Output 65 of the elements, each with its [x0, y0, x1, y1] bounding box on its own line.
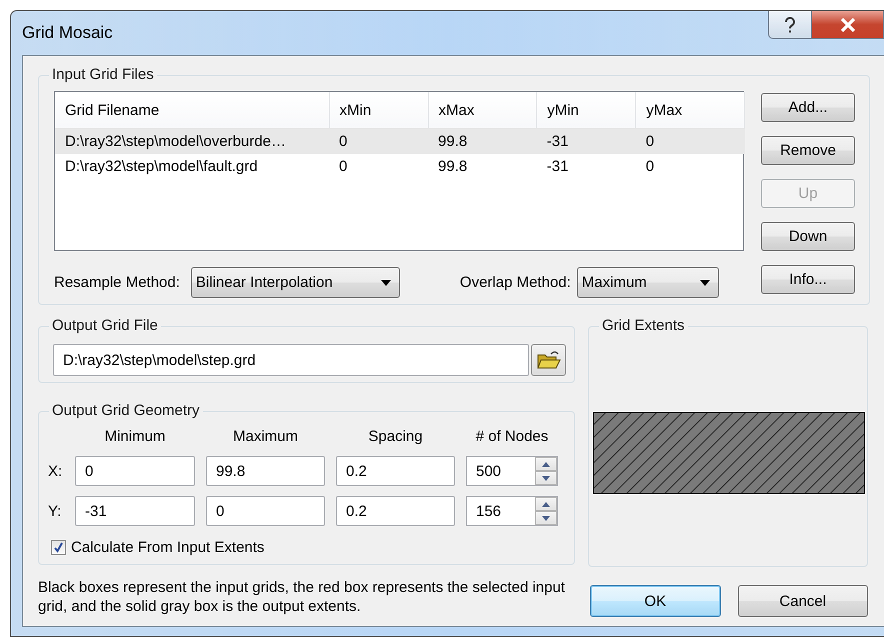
- ok-button[interactable]: OK: [590, 585, 720, 617]
- spin-field[interactable]: 156: [466, 496, 558, 526]
- number-field[interactable]: 0.2: [336, 496, 455, 526]
- number-field[interactable]: 0.2: [336, 456, 455, 486]
- column-header: Minimum: [104, 428, 166, 446]
- checkbox[interactable]: [51, 540, 66, 555]
- table-cell: -31: [536, 128, 636, 154]
- output-file-field[interactable]: D:\ray32\step\model\step.grd: [53, 344, 529, 376]
- column-header[interactable]: Grid Filename: [55, 92, 329, 128]
- resample-label: Resample Method:: [54, 274, 180, 291]
- overlap-dropdown[interactable]: Maximum: [576, 267, 719, 298]
- table-cell: 0: [636, 154, 744, 179]
- column-header[interactable]: xMin: [329, 92, 428, 128]
- table-cell: 0: [636, 128, 744, 154]
- number-field[interactable]: 0: [75, 456, 195, 486]
- table-cell: D:\ray32\step\model\fault.grd: [55, 154, 329, 179]
- table-row[interactable]: D:\ray32\step\model\overburde… 0 99.8 -31 0: [55, 128, 744, 154]
- table-cell: 99.8: [428, 128, 537, 154]
- caret-icon: [700, 280, 710, 286]
- overlap-label: Overlap Method:: [460, 274, 571, 291]
- column-header[interactable]: yMin: [536, 92, 636, 128]
- down-button[interactable]: Down: [761, 222, 855, 251]
- browse-button[interactable]: [531, 344, 566, 376]
- spin-down-button[interactable]: [535, 511, 557, 525]
- up-arrow-icon: [542, 502, 550, 506]
- help-button[interactable]: [768, 11, 812, 39]
- spin-up-button[interactable]: [535, 497, 557, 511]
- table-cell: -31: [536, 154, 636, 179]
- group-title: Input Grid Files: [49, 67, 157, 83]
- table-cell: D:\ray32\step\model\overburde…: [55, 128, 329, 154]
- column-header[interactable]: xMax: [428, 92, 537, 128]
- info-button[interactable]: Info...: [761, 265, 855, 294]
- legend-note: Black boxes represent the input grids, the red box represents the selected input grid, and the solid gray box is the output extents.: [38, 578, 566, 617]
- down-arrow-icon: [542, 516, 550, 520]
- number-field[interactable]: -31: [75, 496, 195, 526]
- resample-dropdown[interactable]: Bilinear Interpolation: [190, 267, 400, 298]
- group-title: Output Grid File: [49, 318, 161, 334]
- help-icon: [784, 16, 796, 32]
- caret-icon: [380, 280, 391, 286]
- folder-icon: [536, 350, 560, 370]
- column-header: Spacing: [367, 428, 424, 446]
- cancel-button[interactable]: Cancel: [738, 585, 868, 617]
- up-arrow-icon: [542, 462, 550, 466]
- column-header[interactable]: yMax: [636, 92, 744, 128]
- spin-up-button[interactable]: [535, 457, 557, 471]
- column-header: # of Nodes: [474, 428, 550, 446]
- table-row[interactable]: D:\ray32\step\model\fault.grd 0 99.8 -31 0: [55, 154, 744, 179]
- group-title: Output Grid Geometry: [49, 403, 203, 419]
- number-field[interactable]: 99.8: [206, 456, 325, 486]
- number-field[interactable]: 0: [206, 496, 325, 526]
- axis-label: X:: [48, 462, 64, 480]
- table-cell: 0: [329, 128, 428, 154]
- close-button[interactable]: [812, 11, 884, 39]
- axis-label: Y:: [48, 502, 62, 520]
- table-cell: 99.8: [428, 154, 537, 179]
- checkbox-label[interactable]: Calculate From Input Extents: [71, 539, 264, 556]
- spin-down-button[interactable]: [535, 471, 557, 485]
- window-title: Grid Mosaic: [22, 23, 113, 43]
- remove-button[interactable]: Remove: [761, 136, 855, 165]
- close-icon: [840, 18, 856, 32]
- table-cell: 0: [329, 154, 428, 179]
- column-header: Maximum: [232, 428, 299, 446]
- spin-field[interactable]: 500: [466, 456, 558, 486]
- add-button[interactable]: Add...: [761, 93, 855, 122]
- down-arrow-icon: [542, 476, 550, 480]
